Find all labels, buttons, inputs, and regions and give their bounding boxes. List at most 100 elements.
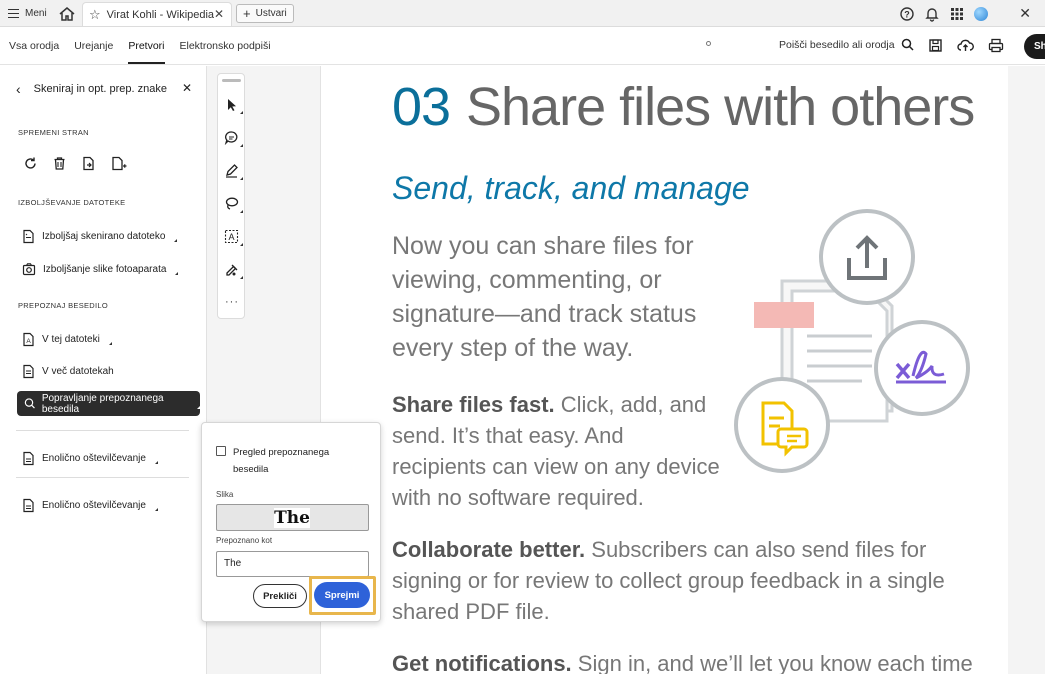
correct-recognized-text-item[interactable]: Popravljanje prepoznanega besedila [17,391,200,416]
menu-edit[interactable]: Urejanje [74,40,113,52]
divider [16,477,189,478]
expand-triangle-icon [175,271,179,275]
home-icon[interactable] [58,5,76,23]
search-tools-button[interactable]: Poišči besedilo ali orodja [779,38,914,51]
menu-convert[interactable]: Pretvori [128,40,165,64]
document-page: 03 Share files with others Send, track, … [322,66,1008,674]
recognize-this-file-label: V tej datoteki [42,333,100,345]
save-icon[interactable] [928,38,943,53]
star-icon[interactable]: ☆ [89,7,101,23]
tab-title: Virat Kohli - Wikipedia [106,8,215,21]
menu-all-tools[interactable]: Vsa orodja [9,40,59,52]
panel-title: Skeniraj in opt. prep. znake [33,83,167,95]
toolbar-menus: Vsa orodja Urejanje Pretvori Elektronsko… [9,27,271,65]
bates-numbering-item-1[interactable]: Enolično oštevilčevanje [22,449,158,467]
cancel-label: Prekliči [263,590,297,602]
review-checkbox[interactable] [216,446,226,456]
section-title-improve: IZBOLJŠEVANJE DATOTEKE [18,198,126,207]
stamp-tool[interactable] [223,261,243,279]
bell-icon[interactable] [924,6,940,22]
canvas-right-gutter [1008,66,1045,674]
drag-handle[interactable] [222,79,241,82]
expand-triangle-icon [174,238,178,242]
share-circle-icon [819,209,915,305]
expand-triangle-icon [240,111,243,114]
app-window: Meni ☆ Virat Kohli - Wikipedia ✕ + Ustva… [0,0,1045,674]
window-close-icon[interactable]: ✕ [1019,5,1031,22]
section-title-page: SPREMENI STRAN [18,128,89,137]
cloud-upload-icon[interactable] [957,38,974,53]
pen-tool[interactable] [223,162,243,180]
insert-page-icon[interactable] [110,156,127,171]
paragraph-collaborate: Collaborate better. Subscribers can also… [392,534,952,627]
panel-close-icon[interactable]: ✕ [182,81,192,95]
share-button[interactable]: Sh [1024,34,1045,59]
paragraph-bold: Collaborate better. [392,537,586,562]
section-title-recognize: PREPOZNAJ BESEDILO [18,301,109,310]
search-icon [901,38,914,51]
comment-icon [224,131,238,145]
select-tool[interactable] [223,96,243,114]
print-icon[interactable] [988,38,1004,53]
improve-camera-item[interactable]: Izboljšanje slike fotoaparata [22,260,179,278]
tab-close-icon[interactable]: ✕ [214,7,224,21]
text-box-icon: A [224,229,239,244]
expand-triangle-icon [154,460,158,464]
stamp-icon [226,264,238,276]
paragraph-text: Sign in, and we’ll let you know each tim… [571,651,973,674]
scanned-doc-icon [23,229,34,243]
help-icon[interactable]: ? [899,6,915,22]
improve-scanned-label: Izboljšaj skenirano datoteko [42,230,166,242]
search-tools-label: Poišči besedilo ali orodja [779,38,895,51]
expand-triangle-icon [240,276,243,279]
image-label: Slika [216,490,234,499]
improve-scanned-item[interactable]: Izboljšaj skenirano datoteko [22,227,178,245]
menu-button[interactable]: Meni [8,0,47,27]
recognize-multiple-files-label: V več datotekah [42,365,114,377]
share-label: Sh [1034,41,1045,52]
text-doc-icon: A [23,332,34,346]
apps-grid-icon[interactable] [949,6,965,22]
expand-triangle-icon [240,210,243,213]
accept-button[interactable]: Sprejmi [314,582,370,608]
plus-icon: + [243,6,251,21]
browser-tab[interactable]: ☆ Virat Kohli - Wikipedia ✕ [82,2,232,26]
cancel-button[interactable]: Prekliči [253,584,307,608]
expand-triangle-icon [197,406,200,409]
vertical-tool-strip: A ··· [217,73,245,319]
bates-numbering-label-1: Enolično oštevilčevanje [42,452,146,464]
rotate-icon[interactable] [23,156,38,171]
intro-paragraph: Now you can share files for viewing, com… [392,232,697,362]
bates-numbering-item-2[interactable]: Enolično oštevilčevanje [22,496,158,514]
correct-recognized-text-label: Popravljanje prepoznanega besedila [41,392,164,415]
panel-header: ‹ Skeniraj in opt. prep. znake ✕ [16,81,196,97]
top-right-icons: ? ✕ [899,5,1031,22]
recognize-this-file-item[interactable]: A V tej datoteki [22,330,112,348]
camera-icon [22,263,36,276]
ocr-image-preview: The [216,504,369,531]
extract-page-icon[interactable] [81,156,96,171]
numbering-doc-icon [23,451,34,465]
divider [16,430,189,431]
status-dot [706,41,711,46]
more-tools-icon[interactable]: ··· [225,296,239,308]
expand-triangle-icon [108,341,112,345]
trash-icon[interactable] [52,156,67,171]
menu-label: Meni [25,8,47,19]
recognize-multiple-files-item[interactable]: V več datotekah [22,362,114,380]
menu-e-sign[interactable]: Elektronsko podpiši [180,40,271,52]
app-toolbar: Vsa orodja Urejanje Pretvori Elektronsko… [0,27,1045,65]
review-checkbox-label[interactable]: Pregled prepoznanega besedila [233,444,363,478]
new-tab-button[interactable]: + Ustvari [236,4,294,23]
recognized-text-input[interactable]: The [216,551,369,577]
lasso-icon [225,197,239,210]
back-arrow-icon[interactable]: ‹ [16,81,21,97]
text-select-tool[interactable]: A [223,228,243,246]
svg-text:?: ? [905,9,911,19]
pen-icon [226,164,238,178]
accept-label: Sprejmi [324,589,360,601]
comment-tool[interactable] [223,129,243,147]
lasso-tool[interactable] [223,195,243,213]
browser-tab-bar: Meni ☆ Virat Kohli - Wikipedia ✕ + Ustva… [0,0,1045,27]
avatar[interactable] [974,6,989,21]
